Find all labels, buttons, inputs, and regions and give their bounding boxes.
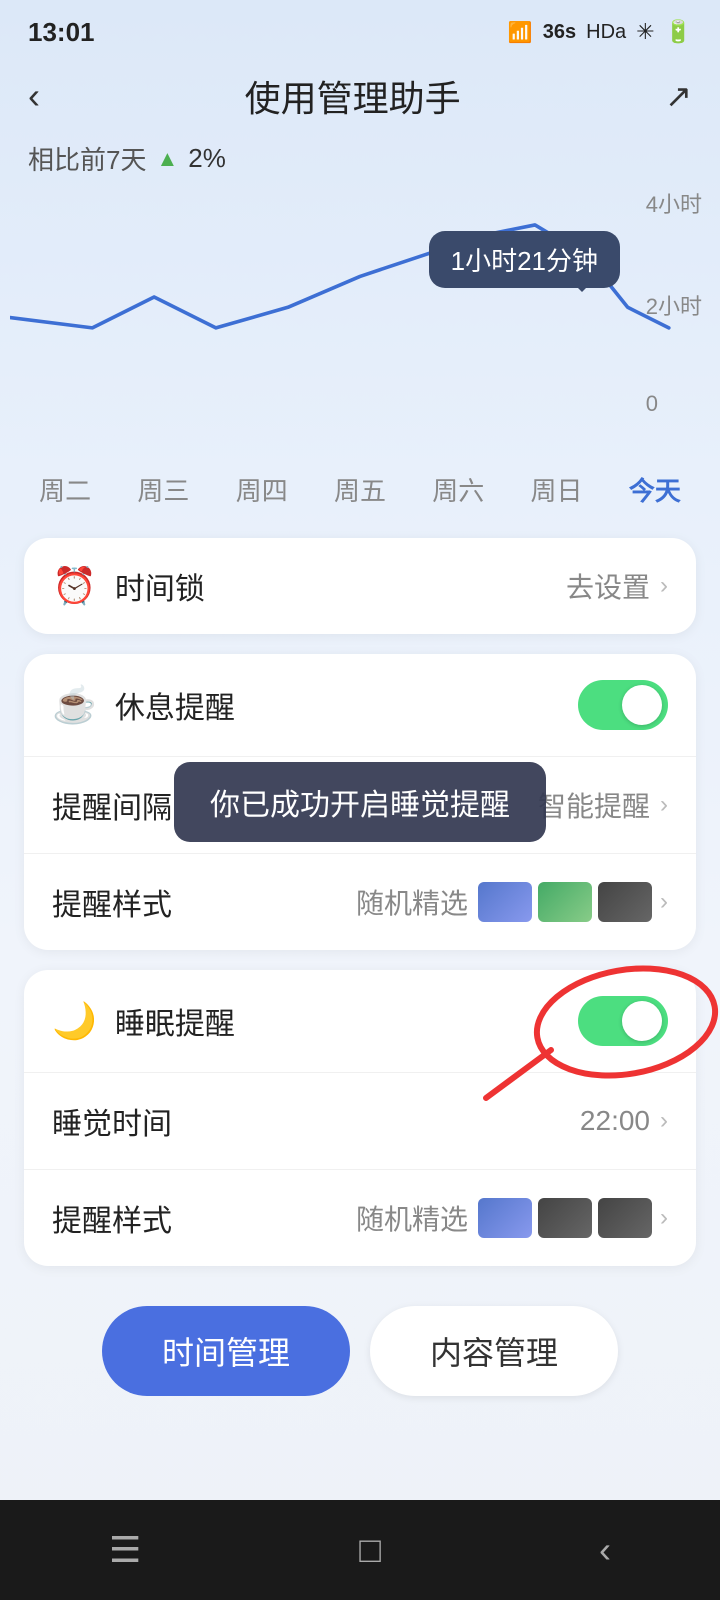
time-lock-row[interactable]: ⏰ 时间锁 去设置 › — [24, 538, 696, 634]
sleep-time-arrow: › — [660, 1107, 668, 1135]
rest-style-row[interactable]: 提醒样式 随机精选 › — [24, 854, 696, 950]
compare-arrow-icon: ▲ — [156, 146, 178, 172]
rest-thumb-strip — [478, 882, 652, 922]
sleep-style-label: 提醒样式 — [52, 1196, 356, 1240]
sleep-reminder-toggle[interactable] — [578, 996, 668, 1046]
hd-label: HDa — [586, 21, 626, 44]
sleep-time-label: 睡觉时间 — [52, 1099, 580, 1143]
sleep-time-value: 22:00 — [580, 1105, 650, 1137]
back-button[interactable]: ‹ — [28, 75, 40, 117]
sleep-toggle-knob — [622, 1001, 662, 1041]
sleep-reminder-label: 睡眠提醒 — [115, 999, 578, 1043]
time-management-button[interactable]: 时间管理 — [102, 1306, 350, 1396]
rest-style-value: 随机精选 — [356, 882, 468, 922]
time-lock-icon: ⏰ — [52, 565, 97, 607]
rest-interval-label: 提醒间隔 — [52, 783, 538, 827]
header: ‹ 使用管理助手 ↗ — [0, 60, 720, 140]
sleep-style-value: 随机精选 — [356, 1198, 468, 1238]
rest-interval-value: 智能提醒 — [538, 785, 650, 825]
status-right-icons: 📶 36s HDa ✳ 🔋 — [508, 19, 692, 45]
y-label-4h: 4小时 — [646, 187, 702, 219]
sleep-time-row[interactable]: 睡觉时间 22:00 › — [24, 1073, 696, 1170]
sleep-reminder-main-row: 🌙 睡眠提醒 — [24, 970, 696, 1073]
toggle-knob — [622, 685, 662, 725]
share-button[interactable]: ↗ — [665, 77, 692, 115]
sleep-reminder-icon: 🌙 — [52, 1000, 97, 1042]
bluetooth-icon: ✳ — [636, 19, 654, 45]
weekday-today: 今天 — [629, 471, 681, 508]
nav-menu-icon[interactable]: ☰ — [109, 1529, 141, 1571]
page-title: 使用管理助手 — [245, 70, 461, 122]
status-time: 13:01 — [28, 17, 95, 48]
weekday-sat: 周六 — [432, 471, 484, 508]
thumb-2 — [538, 882, 592, 922]
rest-reminder-toggle[interactable] — [578, 680, 668, 730]
network-icon: 36s — [543, 21, 576, 44]
time-lock-arrow: › — [660, 572, 668, 600]
time-lock-card: ⏰ 时间锁 去设置 › — [24, 538, 696, 634]
sleep-style-row[interactable]: 提醒样式 随机精选 › — [24, 1170, 696, 1266]
compare-row: 相比前7天 ▲ 2% — [0, 140, 720, 187]
thumb-3 — [598, 882, 652, 922]
chart-svg — [10, 187, 710, 407]
rest-reminder-card: ☕ 休息提醒 提醒间隔 智能提醒 › 提醒样式 随机精选 › — [24, 654, 696, 950]
thumb-1 — [478, 882, 532, 922]
sleep-thumb-2 — [538, 1198, 592, 1238]
battery-icon: 🔋 — [665, 19, 692, 45]
rest-style-arrow: › — [660, 888, 668, 916]
rest-interval-arrow: › — [660, 791, 668, 819]
y-label-2h: 2小时 — [646, 289, 702, 321]
bottom-buttons: 时间管理 内容管理 — [0, 1286, 720, 1426]
weekday-sun: 周日 — [531, 471, 583, 508]
rest-style-label: 提醒样式 — [52, 880, 356, 924]
chart-y-labels: 4小时 2小时 0 — [646, 187, 702, 417]
nav-home-icon[interactable]: □ — [359, 1529, 381, 1571]
sleep-thumb-1 — [478, 1198, 532, 1238]
time-lock-value: 去设置 — [566, 566, 650, 606]
chart-area: 4小时 2小时 0 1小时21分钟 — [0, 187, 720, 447]
y-label-0: 0 — [646, 391, 702, 417]
rest-reminder-main-row: ☕ 休息提醒 — [24, 654, 696, 757]
weekday-thu: 周四 — [236, 471, 288, 508]
sleep-style-arrow: › — [660, 1204, 668, 1232]
signal-icon: 📶 — [508, 20, 533, 45]
content-management-button[interactable]: 内容管理 — [370, 1306, 618, 1396]
weekday-wed: 周三 — [137, 471, 189, 508]
sleep-thumb-strip — [478, 1198, 652, 1238]
sleep-reminder-section: 🌙 睡眠提醒 睡觉时间 22:00 › 提醒样式 随机精选 › — [24, 970, 696, 1266]
nav-back-icon[interactable]: ‹ — [599, 1529, 611, 1571]
rest-reminder-icon: ☕ — [52, 684, 97, 726]
rest-interval-row[interactable]: 提醒间隔 智能提醒 › — [24, 757, 696, 854]
rest-reminder-section: ☕ 休息提醒 提醒间隔 智能提醒 › 提醒样式 随机精选 › 你已成功开启睡觉提… — [24, 654, 696, 950]
weekday-row: 周二 周三 周四 周五 周六 周日 今天 — [0, 457, 720, 538]
compare-percent: 2% — [188, 143, 226, 174]
weekday-tue: 周二 — [39, 471, 91, 508]
compare-label: 相比前7天 — [28, 140, 146, 177]
nav-bar: ☰ □ ‹ — [0, 1500, 720, 1600]
status-bar: 13:01 📶 36s HDa ✳ 🔋 — [0, 0, 720, 60]
weekday-fri: 周五 — [334, 471, 386, 508]
time-lock-label: 时间锁 — [115, 564, 566, 608]
chart-tooltip: 1小时21分钟 — [429, 231, 620, 288]
rest-reminder-label: 休息提醒 — [115, 683, 578, 727]
sleep-thumb-3 — [598, 1198, 652, 1238]
sleep-reminder-card: 🌙 睡眠提醒 睡觉时间 22:00 › 提醒样式 随机精选 › — [24, 970, 696, 1266]
